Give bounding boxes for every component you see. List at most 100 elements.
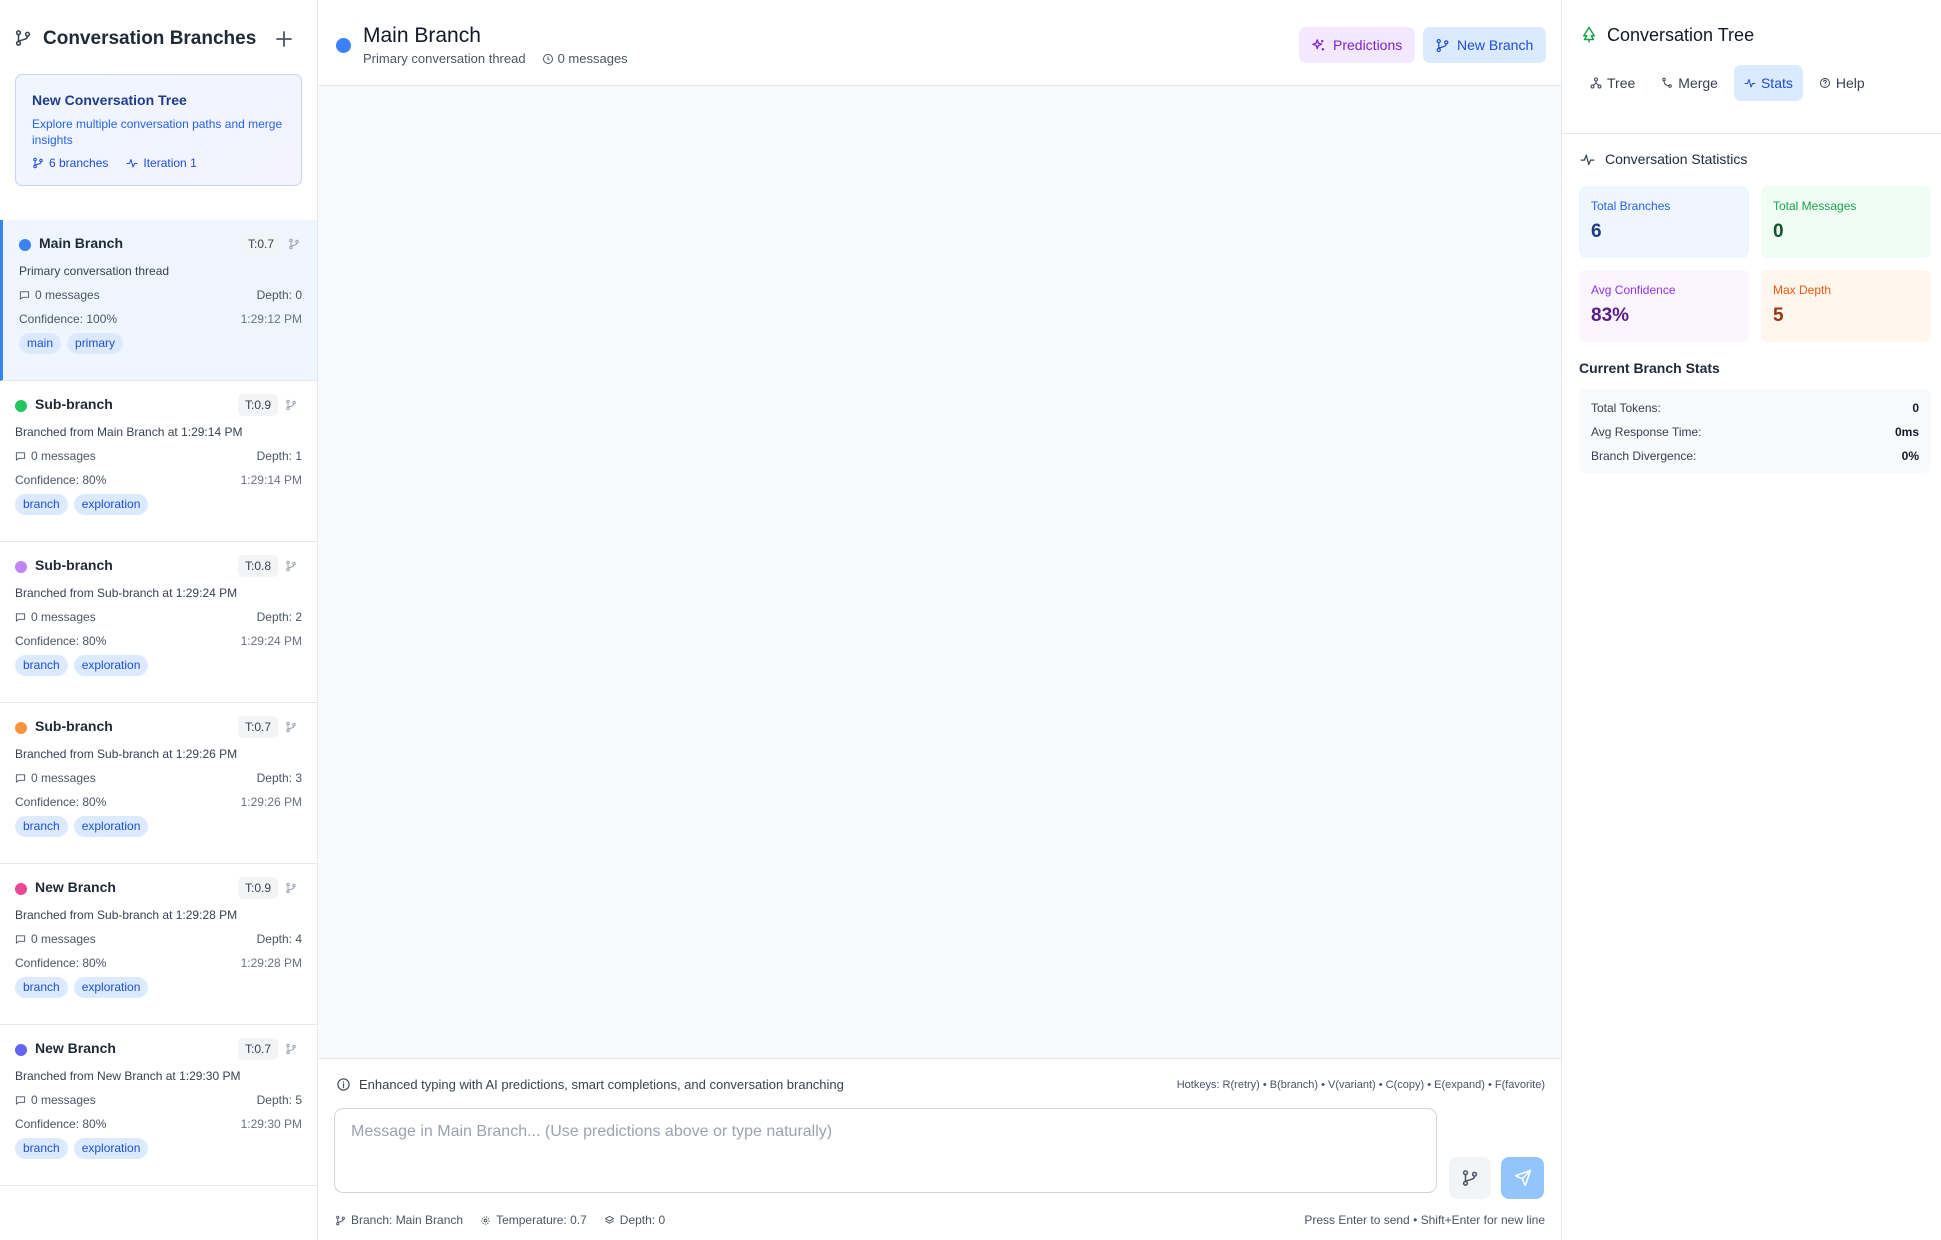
stat-avg-confidence: Avg Confidence 83% (1579, 270, 1749, 342)
tab-merge[interactable]: Merge (1651, 65, 1728, 101)
branch-description: Branched from Sub-branch at 1:29:26 PM (15, 747, 238, 761)
stat-label: Total Messages (1773, 199, 1857, 213)
branch-list-item[interactable]: Sub-branch T:0.7 Branched from Sub-branch … (0, 703, 317, 864)
messages-area[interactable] (318, 86, 1561, 1058)
branch-temperature-badge: T:0.9 (238, 877, 279, 899)
branch-name: New Branch (35, 1040, 116, 1056)
sparkles-icon (1311, 38, 1326, 53)
tab-stats[interactable]: Stats (1733, 65, 1803, 101)
stat-row-response-time: Avg Response Time: 0ms (1591, 425, 1919, 439)
chat-main: Main Branch Primary conversation thread … (318, 0, 1561, 1240)
fork-branch-icon[interactable] (285, 882, 297, 894)
tab-label: Stats (1760, 75, 1793, 91)
message-square-icon (15, 1095, 26, 1106)
message-square-icon (15, 451, 26, 462)
message-square-icon (15, 773, 26, 784)
clock-icon (542, 53, 554, 65)
branch-messages: 0 messages (15, 771, 96, 785)
stat-row-label: Total Tokens: (1591, 401, 1661, 415)
branch-confidence: Confidence: 80% (15, 634, 107, 648)
branch-messages: 0 messages (15, 449, 96, 463)
stat-value: 83% (1591, 305, 1630, 326)
branch-list-item[interactable]: Main Branch T:0.7 Primary conversation thr… (0, 220, 317, 381)
git-branch-icon (1461, 1169, 1479, 1187)
branch-tag: branch (15, 977, 68, 998)
network-icon (1590, 77, 1602, 89)
stat-value: 0 (1773, 221, 1784, 242)
branch-timestamp: 1:29:26 PM (240, 795, 302, 809)
chat-subtitle: Primary conversation thread 0 messages (363, 51, 628, 66)
branch-timestamp: 1:29:28 PM (240, 956, 302, 970)
branch-tag: exploration (73, 977, 149, 998)
fork-branch-icon[interactable] (285, 1043, 297, 1055)
fork-branch-icon[interactable] (288, 238, 300, 250)
branches-sidebar: Conversation Branches New Conversation T… (0, 0, 318, 1240)
branch-messages: 0 messages (15, 932, 96, 946)
conversation-tree-card[interactable]: New Conversation Tree Explore multiple c… (15, 74, 302, 186)
branch-name: Sub-branch (35, 718, 113, 734)
branch-tag: branch (15, 816, 68, 837)
branch-list-item[interactable]: New Branch T:0.9 Branched from Sub-branch … (0, 864, 317, 1025)
tab-label: Help (1835, 75, 1865, 91)
branch-list-item[interactable]: Sub-branch T:0.8 Branched from Sub-branch … (0, 542, 317, 703)
branch-timestamp: 1:29:30 PM (240, 1117, 302, 1131)
tree-card-meta: 6 branches Iteration 1 (32, 156, 197, 170)
message-input[interactable] (334, 1108, 1437, 1193)
branch-tag: exploration (73, 494, 149, 515)
branch-from-message-button[interactable] (1449, 1157, 1491, 1199)
branch-timestamp: 1:29:12 PM (240, 312, 302, 326)
branch-confidence: Confidence: 80% (15, 473, 107, 487)
predictions-button[interactable]: Predictions (1299, 27, 1415, 63)
git-branch-icon (32, 157, 44, 169)
branch-temperature-badge: T:0.7 (238, 716, 279, 738)
message-composer: Enhanced typing with AI predictions, sma… (318, 1058, 1561, 1240)
git-branch-icon (14, 29, 32, 47)
stat-row-label: Avg Response Time: (1591, 425, 1702, 439)
branch-messages: 0 messages (19, 288, 100, 302)
branch-description: Branched from Main Branch at 1:29:14 PM (15, 425, 243, 439)
branch-temperature-badge: T:0.9 (238, 394, 279, 416)
tree-card-title: New Conversation Tree (32, 92, 187, 108)
send-hint: Press Enter to send • Shift+Enter for ne… (1304, 1213, 1545, 1227)
status-depth: Depth: 0 (619, 1213, 666, 1227)
activity-icon (1580, 152, 1595, 167)
branch-tags: branch exploration (15, 655, 149, 676)
tab-help[interactable]: Help (1809, 65, 1875, 101)
fork-branch-icon[interactable] (285, 721, 297, 733)
stat-label: Avg Confidence (1591, 283, 1676, 297)
branch-message-count: 0 messages (31, 1093, 96, 1107)
chat-header: Main Branch Primary conversation thread … (318, 0, 1561, 86)
stats-title-label: Conversation Statistics (1605, 151, 1748, 167)
iteration-label: Iteration 1 (143, 156, 197, 170)
sidebar-title: Conversation Branches (43, 28, 257, 49)
add-branch-icon[interactable] (272, 27, 296, 51)
tree-panel-tabs: Tree Merge Stats Help (1580, 65, 1875, 101)
fork-branch-icon[interactable] (285, 399, 297, 411)
branch-tags: main primary (19, 333, 124, 354)
tree-panel-title: Conversation Tree (1607, 25, 1755, 45)
branch-description: Primary conversation thread (19, 264, 170, 278)
stat-total-messages: Total Messages 0 (1761, 186, 1931, 258)
stat-value: 6 (1591, 221, 1602, 242)
tab-tree[interactable]: Tree (1580, 65, 1645, 101)
fork-branch-icon[interactable] (285, 560, 297, 572)
branch-temperature-badge: T:0.7 (238, 1038, 279, 1060)
stat-total-branches: Total Branches 6 (1579, 186, 1749, 258)
app-root: Conversation Branches New Conversation T… (0, 0, 1941, 1240)
branch-list-item[interactable]: New Branch T:0.7 Branched from New Branch … (0, 1025, 317, 1186)
activity-icon (1744, 77, 1756, 89)
git-branch-icon (335, 1215, 346, 1226)
current-branch-stats: Total Tokens: 0 Avg Response Time: 0ms B… (1579, 389, 1931, 473)
branch-confidence: Confidence: 80% (15, 795, 107, 809)
branch-messages: 0 messages (15, 610, 96, 624)
branch-temperature-badge: T:0.8 (238, 555, 279, 577)
send-button[interactable] (1501, 1157, 1544, 1199)
branch-depth: Depth: 5 (256, 1093, 302, 1107)
branch-list: Main Branch T:0.7 Primary conversation thr… (0, 220, 317, 1186)
branch-list-item[interactable]: Sub-branch T:0.9 Branched from Main Branch… (0, 381, 317, 542)
new-branch-button[interactable]: New Branch (1423, 27, 1546, 63)
stat-row-value: 0% (1901, 449, 1919, 463)
message-square-icon (19, 290, 30, 301)
branch-color-dot (19, 239, 31, 251)
branch-description: Branched from Sub-branch at 1:29:24 PM (15, 586, 238, 600)
